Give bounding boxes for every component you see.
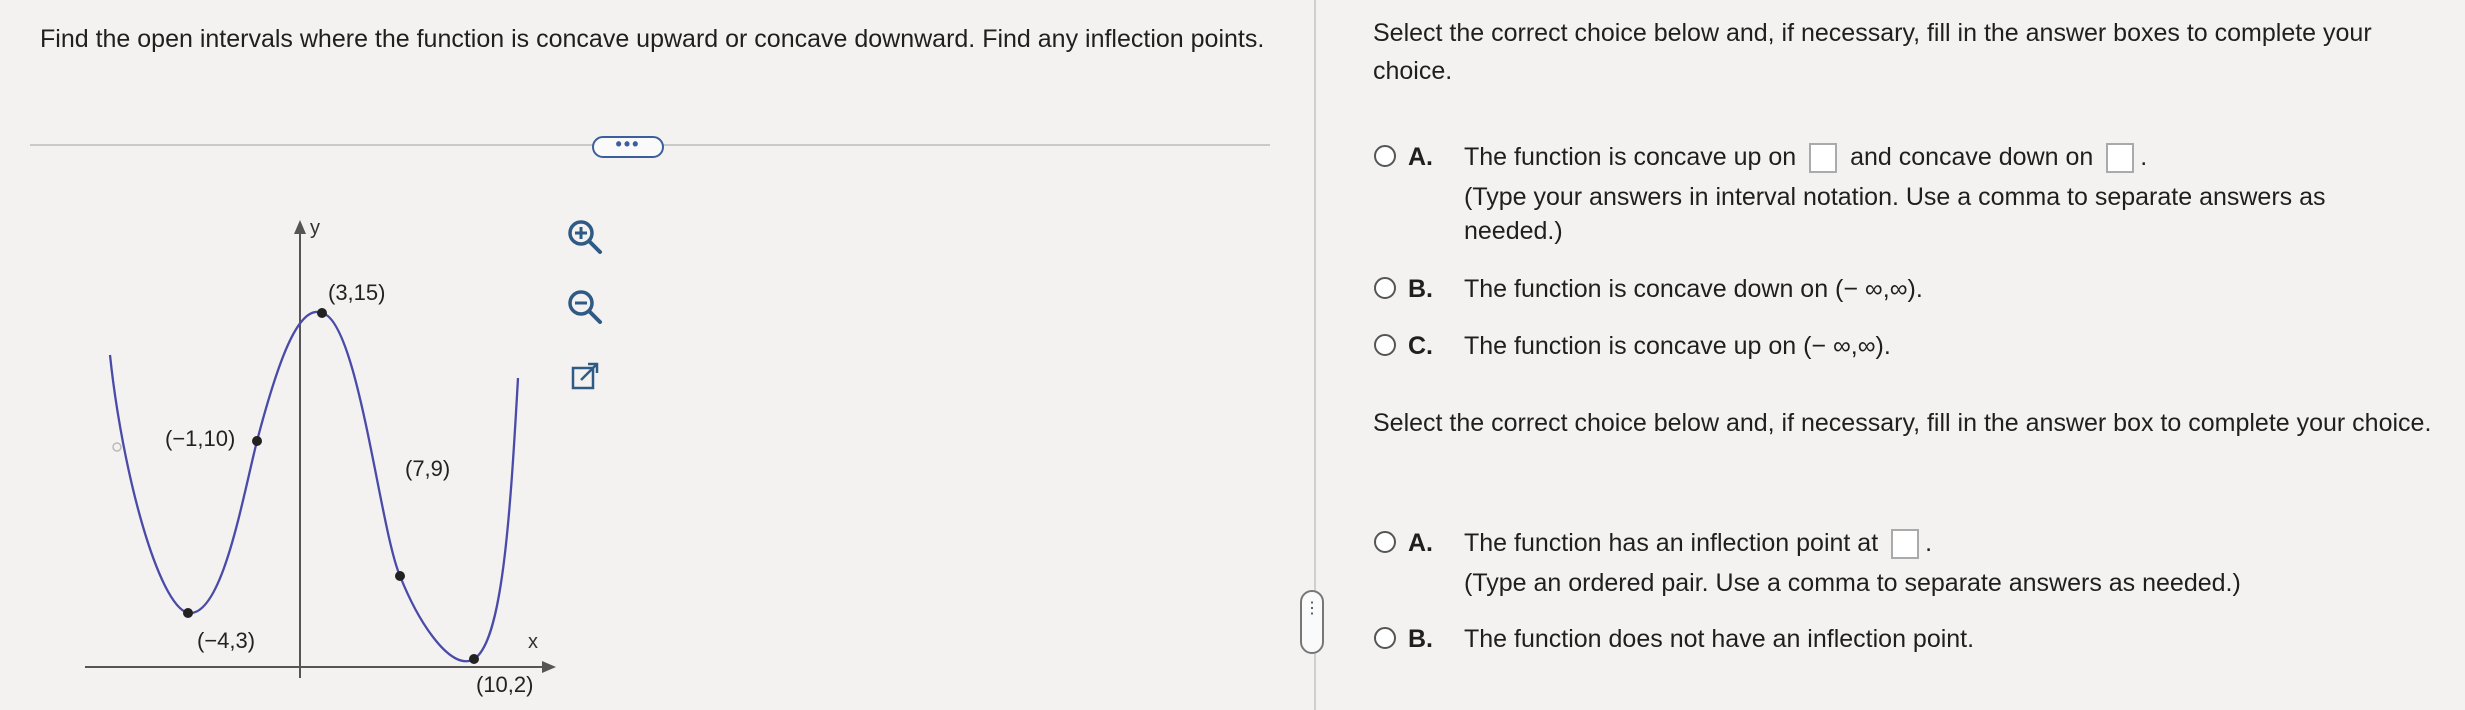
choice-letter: B. <box>1408 275 1433 303</box>
origin-marker <box>112 442 122 452</box>
inflection-point-answer-box[interactable] <box>1891 529 1920 560</box>
concavity-prompt: Select the correct choice below and, if … <box>1373 19 2372 85</box>
choice-text: The function is concave up on and concav… <box>1464 140 2147 174</box>
label-7-9: (7,9) <box>405 456 450 481</box>
function-curve <box>108 310 520 663</box>
choice-letter: B. <box>1408 625 1433 653</box>
choice-text: The function is concave down on (− ∞,∞). <box>1464 275 1923 303</box>
choice-letter: A. <box>1408 143 1433 171</box>
more-button[interactable]: ••• <box>592 135 664 158</box>
label-minus1-10: (−1,10) <box>165 426 235 451</box>
question-text: Find the open intervals where the functi… <box>40 25 1265 53</box>
radio-button[interactable] <box>1374 334 1396 356</box>
choice-text: The function does not have an inflection… <box>1464 625 1975 653</box>
label-10-2: (10,2) <box>476 672 533 697</box>
point-7-9 <box>395 571 405 581</box>
label-3-15: (3,15) <box>328 280 385 305</box>
choice-text-after: . <box>1925 529 1933 557</box>
zoom-out-icon[interactable] <box>560 282 610 332</box>
radio-button[interactable] <box>1374 627 1396 649</box>
radio-button[interactable] <box>1374 277 1396 299</box>
choice-hint: (Type an ordered pair. Use a comma to se… <box>1464 569 2241 597</box>
point-10-2 <box>469 654 479 664</box>
concave-up-answer-box[interactable] <box>1809 143 1838 174</box>
choice-text-middle: and concave down on <box>1850 143 2094 171</box>
external-link-icon[interactable] <box>560 352 610 402</box>
inflection-prompt: Select the correct choice below and, if … <box>1373 409 2432 437</box>
x-axis-label: x <box>528 631 538 653</box>
answer-pane: Select the correct choice below and, if … <box>1318 0 2465 710</box>
choice-text-before: The function is concave up on <box>1464 143 1797 171</box>
point-3-15 <box>317 308 327 318</box>
choice-letter: A. <box>1408 529 1433 557</box>
choice-letter: C. <box>1408 332 1433 360</box>
point-minus1-10 <box>252 436 262 446</box>
function-graph: y x (−4,3) (−1,10) (3,15) (7,9) (10,2) <box>85 217 556 697</box>
choice-text-after: . <box>2140 143 2148 171</box>
choice-hint: (Type your answers in interval notation.… <box>1464 183 2326 245</box>
x-axis-arrow <box>542 661 556 673</box>
choice-text: The function has an inflection point at … <box>1464 526 1932 560</box>
zoom-in-icon[interactable] <box>560 212 610 262</box>
question-pane: Find the open intervals where the functi… <box>0 0 1312 710</box>
radio-button[interactable] <box>1374 145 1396 167</box>
y-axis-arrow <box>294 220 306 234</box>
y-axis-label: y <box>310 217 320 239</box>
point-minus4-3 <box>183 608 193 618</box>
radio-button[interactable] <box>1374 531 1396 553</box>
choice-text: The function is concave up on (− ∞,∞). <box>1464 332 1891 360</box>
label-minus4-3: (−4,3) <box>197 628 255 653</box>
choice-text-before: The function has an inflection point at <box>1464 529 1879 557</box>
concave-down-answer-box[interactable] <box>2106 143 2135 174</box>
